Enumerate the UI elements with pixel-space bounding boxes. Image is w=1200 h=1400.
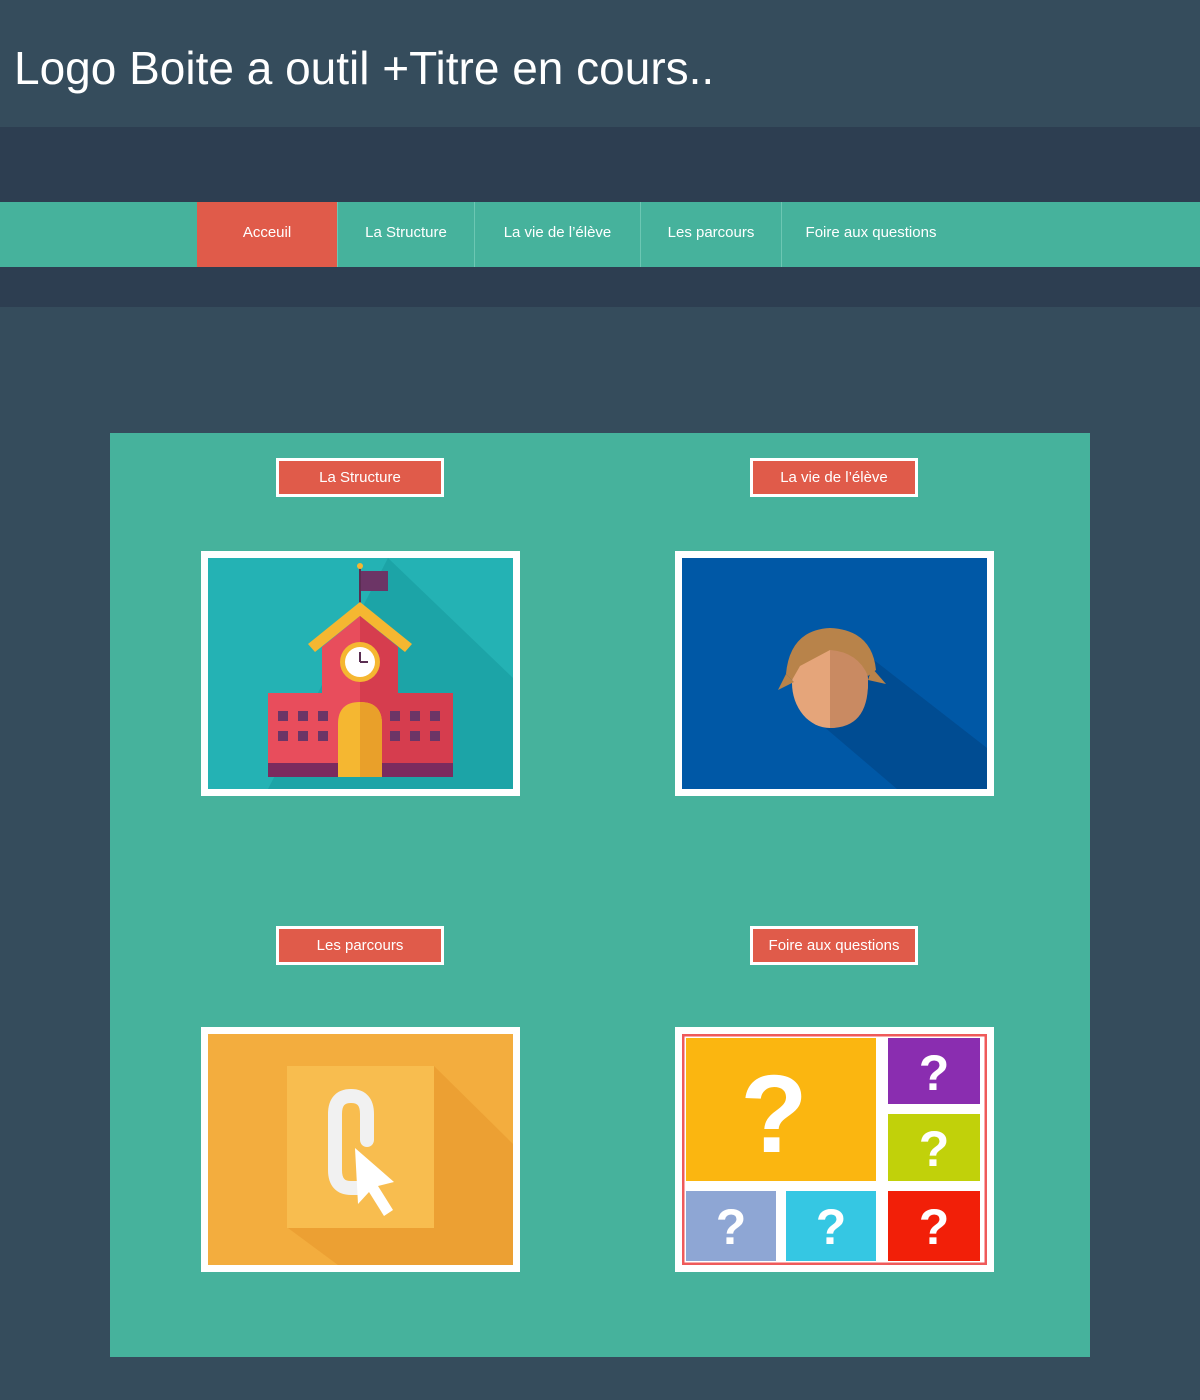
structure-image-card[interactable] xyxy=(201,551,520,796)
nav-underband xyxy=(0,267,1200,307)
faq-button[interactable]: Foire aux questions xyxy=(750,926,918,965)
question-marks-icon: ? ? ? ? ? ? xyxy=(682,1034,987,1265)
categories-panel: La Structure La vie de l’élève Les parco… xyxy=(110,433,1090,1357)
nav-item-parcours[interactable]: Les parcours xyxy=(641,202,781,267)
site-title: Logo Boite a outil +Titre en cours.. xyxy=(14,42,715,94)
site-header: Logo Boite a outil +Titre en cours.. xyxy=(0,0,1200,127)
parcours-image-card[interactable] xyxy=(201,1027,520,1272)
svg-text:?: ? xyxy=(919,1199,950,1255)
nav-item-faq[interactable]: Foire aux questions xyxy=(782,202,960,267)
svg-text:?: ? xyxy=(716,1199,747,1255)
student-face-icon xyxy=(682,558,987,789)
faq-image-card[interactable]: ? ? ? ? ? ? xyxy=(675,1027,994,1272)
vie-eleve-image-card[interactable] xyxy=(675,551,994,796)
vie-eleve-button[interactable]: La vie de l’élève xyxy=(750,458,918,497)
nav-item-la-structure[interactable]: La Structure xyxy=(338,202,474,267)
link-cursor-icon xyxy=(208,1034,513,1265)
svg-text:?: ? xyxy=(740,1053,807,1176)
parcours-button[interactable]: Les parcours xyxy=(276,926,444,965)
nav-item-acceuil[interactable]: Acceuil xyxy=(197,202,337,267)
svg-text:?: ? xyxy=(816,1199,847,1255)
header-band xyxy=(0,127,1200,202)
main-nav: Acceuil La Structure La vie de l’élève L… xyxy=(0,202,1200,267)
structure-button[interactable]: La Structure xyxy=(276,458,444,497)
svg-text:?: ? xyxy=(919,1121,950,1177)
svg-text:?: ? xyxy=(919,1045,950,1101)
nav-item-vie-eleve[interactable]: La vie de l’élève xyxy=(475,202,640,267)
school-building-icon xyxy=(208,558,513,789)
